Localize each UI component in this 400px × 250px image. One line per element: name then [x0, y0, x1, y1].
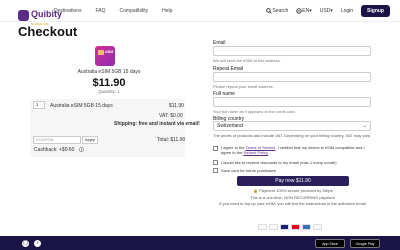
secure-payment-text: 🔒 Payment 100% secure provided by Stripe	[213, 188, 373, 193]
nav-faq[interactable]: FAQ	[96, 8, 106, 14]
nav-destinations[interactable]: Destinations	[54, 8, 82, 14]
cart-vat: VAT: $0.00	[159, 113, 183, 119]
repeat-email-field[interactable]	[213, 72, 371, 82]
email-help: We will send the eSIM to this address.	[213, 58, 281, 63]
google-play-badge[interactable]: Google Play	[350, 239, 380, 248]
info-icon[interactable]	[79, 147, 84, 152]
sim-label: eSIM	[105, 50, 114, 54]
instagram-icon[interactable]: ◯	[22, 240, 29, 247]
chevron-down-icon: ▾	[309, 8, 312, 14]
search-label: Search	[272, 8, 289, 14]
cart-item-price: $11.90	[169, 103, 184, 109]
cart-shipping: Shipping: free and instant via email!	[114, 121, 200, 127]
quantity-input[interactable]: 1	[33, 101, 45, 109]
pay-now-button[interactable]: Pay now $11.90	[237, 176, 349, 186]
signup-button[interactable]: Signup	[361, 5, 390, 17]
terms-text: I agree to the Terms of Service, I verif…	[221, 145, 371, 155]
vat-note: The prices of products add include VAT. …	[213, 133, 371, 138]
visa-icon	[280, 224, 289, 230]
page-title: Checkout	[18, 24, 78, 39]
currency-selector[interactable]: USD ▾	[320, 8, 333, 14]
refund-policy-link[interactable]: Refund Policy	[243, 150, 268, 155]
billing-country-value: Switzerland	[217, 123, 243, 129]
cart-item-name: Australia eSIM 5GB 15 days	[50, 103, 113, 109]
secure-payment-label: Payment 100% secure provided by Stripe	[259, 188, 333, 193]
currency-label: USD	[319, 8, 331, 14]
repeat-email-help: Please repeat your email address.	[213, 84, 274, 89]
main-nav: Destinations FAQ Compatibility Help	[54, 8, 186, 14]
full-name-help: Your full name as it appears on the cred…	[213, 109, 296, 114]
esim-card-icon: eSIM	[95, 46, 115, 66]
newsletter-text: I would like to receive discounts to my …	[221, 160, 337, 165]
payment-methods	[258, 224, 324, 230]
sim-chip-icon	[98, 50, 104, 55]
apply-coupon-button[interactable]: Apply	[82, 136, 98, 144]
newsletter-checkbox[interactable]	[213, 160, 218, 165]
language-selector[interactable]: EN ▾	[296, 8, 312, 14]
product-quantity: Quantity: 1	[98, 89, 120, 94]
nav-help[interactable]: Help	[162, 8, 172, 14]
site-header: Quibity GLOBALSIM Destinations FAQ Compa…	[0, 0, 400, 26]
mastercard-icon	[291, 224, 300, 230]
top-up-note: If you need to top up your eSIM, you wil…	[219, 201, 367, 206]
coupon-input[interactable]: COUPON	[33, 136, 81, 144]
language-label: EN	[302, 8, 310, 14]
amex-icon	[302, 224, 311, 230]
apple-pay-icon	[258, 224, 267, 230]
search-link[interactable]: Search	[266, 8, 288, 14]
login-link[interactable]: Login	[341, 8, 353, 14]
app-store-badge[interactable]: App Store	[315, 239, 345, 248]
lock-icon: 🔒	[253, 188, 259, 193]
cashback-label: Cashback: +$0.60	[34, 147, 75, 153]
full-name-field[interactable]	[213, 97, 371, 107]
cart-total: Total: $11.90	[157, 137, 186, 143]
header-actions: Search EN ▾ USD ▾ Login Signup	[258, 5, 390, 17]
google-pay-icon	[269, 224, 278, 230]
product-price: $11.90	[92, 77, 126, 89]
save-card-text: Save card for future purchases	[221, 168, 276, 173]
card-icon	[313, 224, 322, 230]
chevron-down-icon: ▾	[330, 8, 333, 14]
chevron-down-icon: ⌄	[362, 123, 367, 129]
tiktok-icon[interactable]: ♪	[34, 240, 41, 247]
terms-checkbox[interactable]	[213, 146, 218, 151]
save-card-checkbox[interactable]	[213, 168, 218, 173]
billing-country-select[interactable]: Switzerland ⌄	[213, 121, 371, 131]
plan-name: Australia eSIM 5GB 15 days	[77, 69, 141, 75]
logo-mark-icon	[18, 9, 29, 21]
email-field[interactable]	[213, 46, 371, 56]
one-time-note: This is a one-time, NON RECURRING paymen…	[250, 195, 336, 200]
nav-compatibility[interactable]: Compatibility	[120, 8, 149, 14]
